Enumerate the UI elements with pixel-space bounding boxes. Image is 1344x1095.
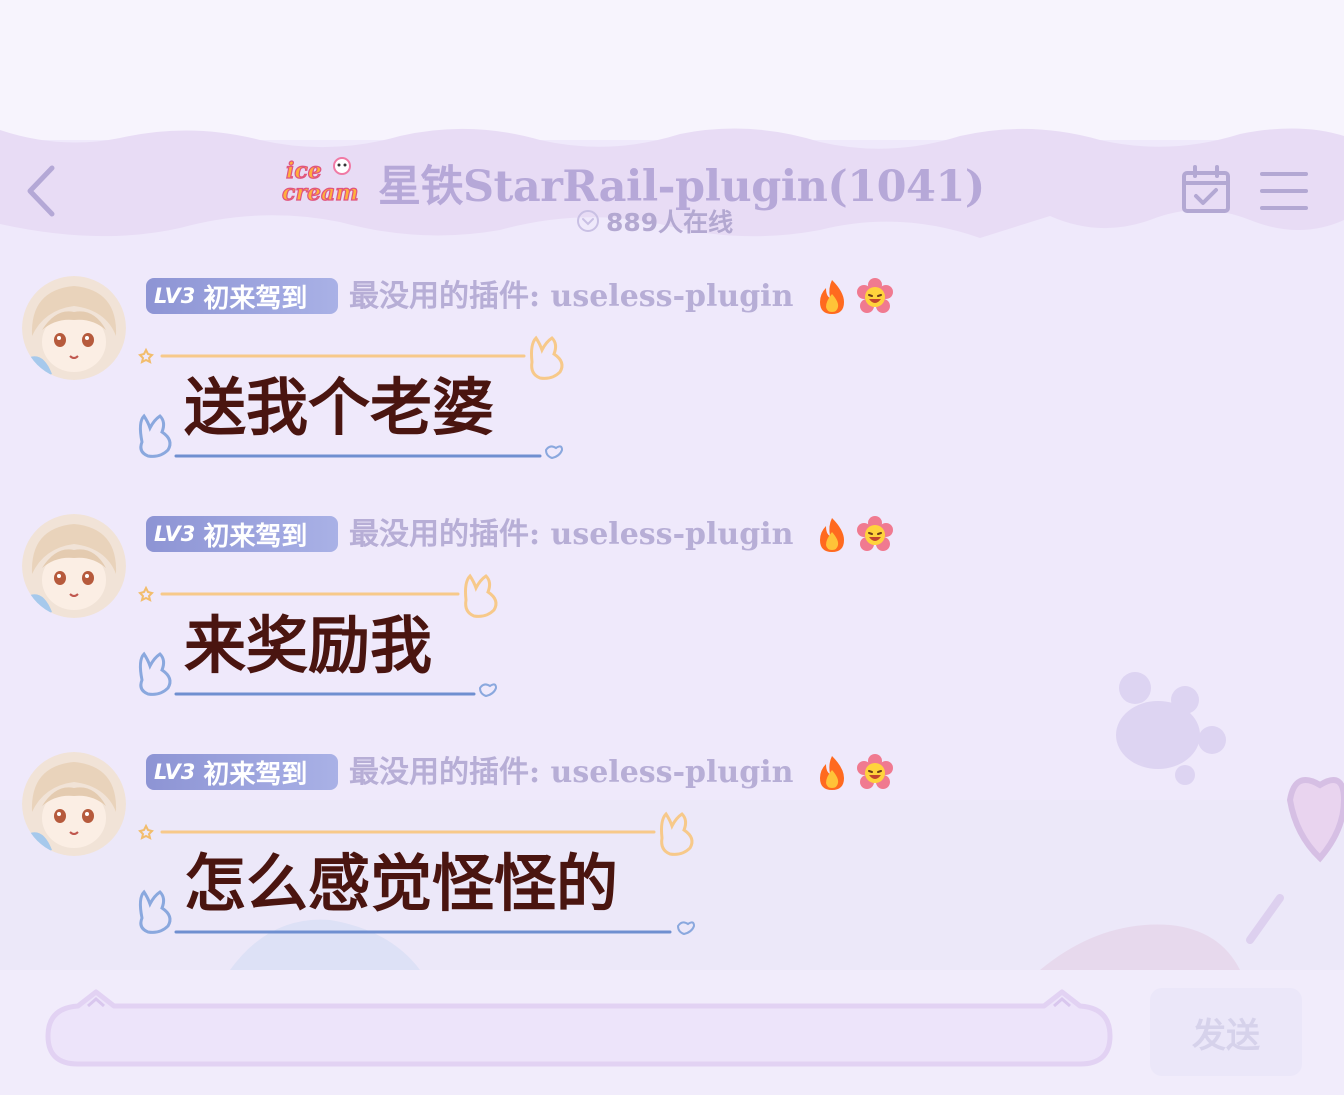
avatar[interactable]: [22, 514, 126, 618]
level-badge: LV3 初来驾到: [146, 754, 338, 790]
flame-icon: [820, 280, 844, 314]
level-title: 初来驾到: [203, 283, 308, 314]
flame-icon: [820, 518, 844, 552]
top-white-band: [0, 0, 1344, 140]
calendar-button[interactable]: [1180, 164, 1232, 216]
level-number: LV3: [154, 284, 196, 308]
anime-avatar-image: [22, 752, 126, 856]
input-frame-decoration: [45, 989, 1113, 1067]
anime-avatar-image: [22, 276, 126, 380]
anime-avatar-image: [22, 514, 126, 618]
calendar-check-icon: [1182, 165, 1230, 213]
online-status[interactable]: 889人在线: [576, 206, 734, 237]
menu-button[interactable]: [1258, 168, 1310, 214]
ice-cream-logo: ice cream: [281, 157, 359, 204]
flame-icon: [820, 756, 844, 790]
message-item: LV3 初来驾到 最没用的插件: useless-plugin 送我个老婆: [0, 276, 1000, 486]
hamburger-menu-icon: [1260, 172, 1308, 210]
level-badge: LV3 初来驾到: [146, 278, 338, 314]
message-text[interactable]: 怎么感觉怪怪的: [184, 848, 618, 920]
level-title: 初来驾到: [203, 759, 308, 790]
sender-name[interactable]: 最没用的插件: useless-plugin: [349, 276, 793, 318]
avatar[interactable]: [22, 276, 126, 380]
avatar[interactable]: [22, 752, 126, 856]
level-badge: LV3 初来驾到: [146, 516, 338, 552]
back-button[interactable]: [18, 160, 66, 222]
message-text[interactable]: 送我个老婆: [184, 372, 494, 444]
flower-smile-icon: [857, 278, 893, 313]
chevron-down-circle-icon: [577, 210, 599, 232]
message-input[interactable]: [44, 988, 1114, 1068]
online-count: 889人在线: [606, 208, 734, 237]
level-number: LV3: [154, 760, 196, 784]
channel-header: ice cream 星铁StarRail-plugin(1041) 889人在线: [280, 148, 1000, 243]
send-button[interactable]: 发送: [1150, 988, 1302, 1076]
back-arrow-icon: [27, 165, 55, 217]
svg-text:cream: cream: [282, 180, 359, 204]
level-title: 初来驾到: [203, 521, 308, 552]
flower-smile-icon: [857, 516, 893, 551]
message-text[interactable]: 来奖励我: [184, 610, 432, 682]
sender-name[interactable]: 最没用的插件: useless-plugin: [349, 514, 793, 556]
flower-smile-icon: [857, 754, 893, 789]
message-item: LV3 初来驾到 最没用的插件: useless-plugin 来奖励我: [0, 514, 1000, 724]
message-item: LV3 初来驾到 最没用的插件: useless-plugin 怎么感觉怪怪的: [0, 752, 1000, 962]
level-number: LV3: [154, 522, 196, 546]
sender-name[interactable]: 最没用的插件: useless-plugin: [349, 752, 793, 794]
